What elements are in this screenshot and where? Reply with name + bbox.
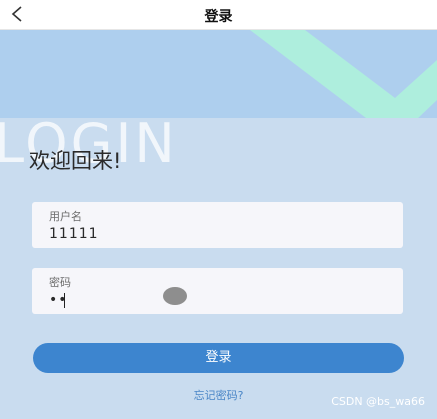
touch-cursor-icon <box>163 287 187 305</box>
password-field[interactable]: 密码 •• <box>32 268 403 314</box>
hero-banner <box>0 30 437 118</box>
text-caret <box>64 293 65 308</box>
login-button[interactable]: 登录 <box>33 343 404 373</box>
username-field[interactable]: 用户名 11111 <box>32 202 403 248</box>
page-title: 登录 <box>204 9 233 25</box>
username-label: 用户名 <box>49 210 82 223</box>
check-mark-decoration <box>250 30 437 118</box>
source-credit: CSDN @bs_wa66 <box>331 395 425 408</box>
username-input[interactable]: 11111 <box>49 226 99 242</box>
nav-bar: 登录 <box>0 0 437 30</box>
welcome-heading: 欢迎回来! <box>29 149 122 173</box>
password-label: 密码 <box>49 276 71 289</box>
